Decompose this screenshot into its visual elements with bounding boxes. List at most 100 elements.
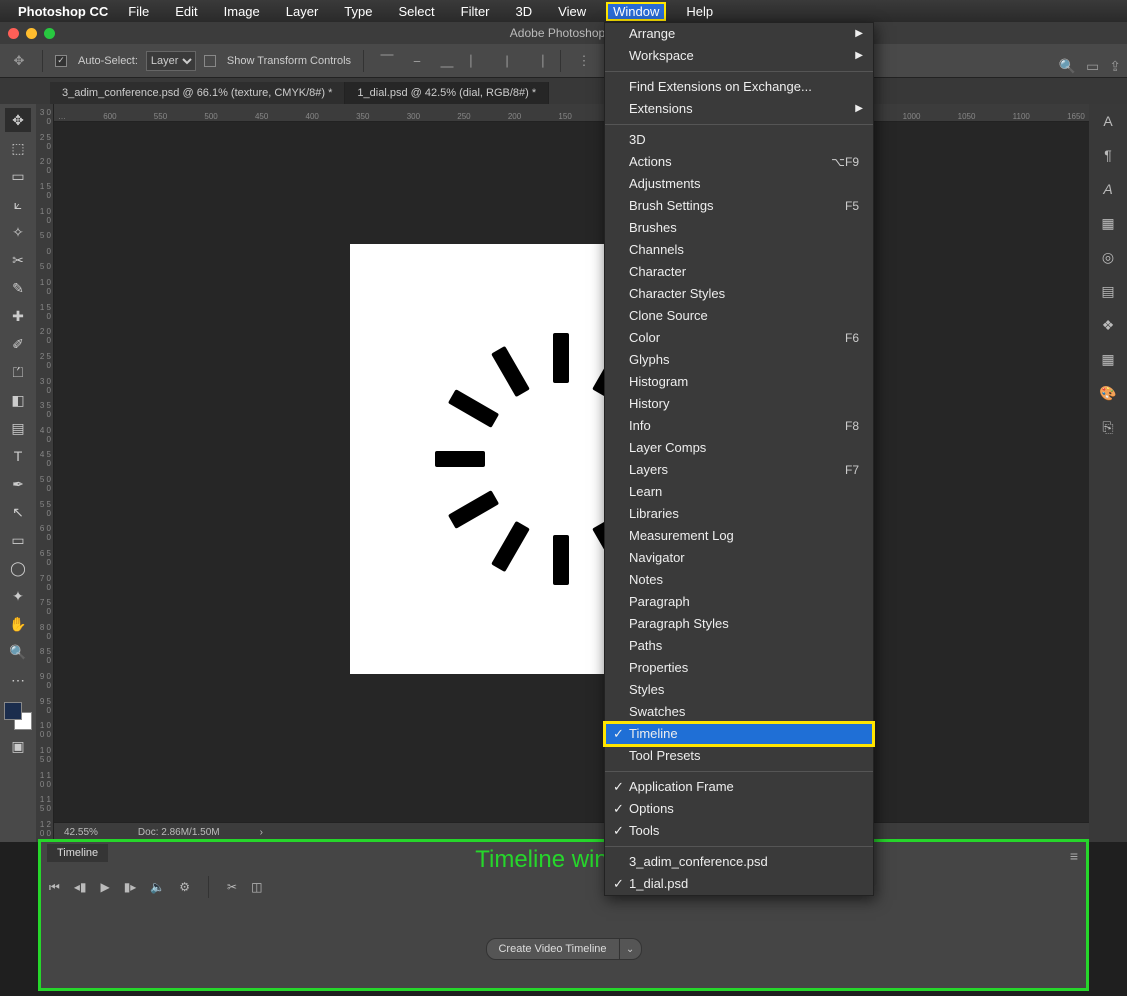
menu-item-learn[interactable]: Learn [605,481,873,503]
cc-panel-icon[interactable]: ◎ [1096,246,1120,268]
menu-item-swatches[interactable]: Swatches [605,701,873,723]
menu-view[interactable]: View [552,3,592,20]
pen-tool-icon[interactable]: ✒ [5,472,31,496]
move-tool-icon[interactable]: ✥ [8,50,30,72]
next-frame-icon[interactable]: ▮▸ [124,880,137,894]
doc-size[interactable]: Doc: 2.86M/1.50M [138,827,220,838]
heal-tool-icon[interactable]: ✚ [5,304,31,328]
stamp-tool-icon[interactable]: ⏍ [5,360,31,384]
traffic-minimize[interactable] [26,28,37,39]
transition-icon[interactable]: ◫ [251,880,262,894]
tab-doc-0[interactable]: 3_adim_conference.psd @ 66.1% (texture, … [50,82,345,104]
menu-item-color[interactable]: ColorF6 [605,327,873,349]
canvas-area[interactable] [54,122,1089,822]
audio-icon[interactable]: 🔈 [150,880,165,894]
timeline-tab[interactable]: Timeline [47,844,108,862]
autoselect-checkbox[interactable]: ✓ [55,55,67,67]
info-panel-icon[interactable]: ⎘ [1096,416,1120,438]
menu-item-tool-presets[interactable]: Tool Presets [605,745,873,767]
align-top-icon[interactable]: ⎺ [376,50,398,72]
menu-item-brush-settings[interactable]: Brush SettingsF5 [605,195,873,217]
channels-panel-icon[interactable]: ▦ [1096,348,1120,370]
traffic-zoom[interactable] [44,28,55,39]
menu-item-timeline[interactable]: Timeline✓ [605,723,873,745]
menu-item-info[interactable]: InfoF8 [605,415,873,437]
menu-item-workspace[interactable]: Workspace▶ [605,45,873,67]
menu-item-character-styles[interactable]: Character Styles [605,283,873,305]
menu-item-application-frame[interactable]: Application Frame✓ [605,776,873,798]
fg-swatch[interactable] [4,702,22,720]
artboard-tool-icon[interactable]: ⬚ [5,136,31,160]
menu-item-navigator[interactable]: Navigator [605,547,873,569]
gradient-tool-icon[interactable]: ▤ [5,416,31,440]
menu-item-extensions[interactable]: Extensions▶ [605,98,873,120]
zoom-level[interactable]: 42.55% [64,827,98,838]
custom-shape-icon[interactable]: ✦ [5,584,31,608]
menu-select[interactable]: Select [392,3,440,20]
menu-item-glyphs[interactable]: Glyphs [605,349,873,371]
hand-tool-icon[interactable]: ✋ [5,612,31,636]
crop-tool-icon[interactable]: ✂ [5,248,31,272]
menu-item-1-dial-psd[interactable]: 1_dial.psd✓ [605,873,873,895]
menu-layer[interactable]: Layer [280,3,325,20]
menu-item-adjustments[interactable]: Adjustments [605,173,873,195]
menu-item-3d[interactable]: 3D [605,129,873,151]
first-frame-icon[interactable]: ⏮ [49,880,60,895]
dots-icon[interactable]: ⋯ [5,668,31,692]
autoselect-dropdown[interactable]: Layer [146,51,196,71]
share-icon[interactable]: ⇪ [1109,58,1121,75]
menu-item-3-adim-conference-psd[interactable]: 3_adim_conference.psd [605,851,873,873]
libraries-panel-icon[interactable]: ▦ [1096,212,1120,234]
menu-edit[interactable]: Edit [169,3,203,20]
menu-item-libraries[interactable]: Libraries [605,503,873,525]
menu-item-histogram[interactable]: Histogram [605,371,873,393]
menu-image[interactable]: Image [218,3,266,20]
menu-item-actions[interactable]: Actions⌥F9 [605,151,873,173]
glyphs-panel-icon[interactable]: A [1096,178,1120,200]
quickmask-icon[interactable]: ▣ [5,734,31,758]
align-bottom-icon[interactable]: ⎽ [436,50,458,72]
menu-filter[interactable]: Filter [455,3,496,20]
create-timeline-dropdown-icon[interactable]: ⌄ [620,938,642,960]
menu-item-find-extensions-on-exchange-[interactable]: Find Extensions on Exchange... [605,76,873,98]
menu-type[interactable]: Type [338,3,378,20]
prev-frame-icon[interactable]: ◂▮ [74,880,87,894]
traffic-close[interactable] [8,28,19,39]
menu-window[interactable]: Window [606,2,666,21]
menu-3d[interactable]: 3D [510,3,539,20]
distribute-icon[interactable]: ⋮ [573,50,595,72]
transform-checkbox[interactable] [204,55,216,67]
menu-item-measurement-log[interactable]: Measurement Log [605,525,873,547]
split-icon[interactable]: ✂ [227,880,237,894]
menu-item-clone-source[interactable]: Clone Source [605,305,873,327]
settings-icon[interactable]: ⚙ [179,880,190,894]
play-icon[interactable]: ▶ [100,880,109,894]
brush-tool-icon[interactable]: ✐ [5,332,31,356]
eraser-tool-icon[interactable]: ◧ [5,388,31,412]
ellipse-tool-icon[interactable]: ◯ [5,556,31,580]
menu-item-tools[interactable]: Tools✓ [605,820,873,842]
type-tool-icon[interactable]: T [5,444,31,468]
menu-help[interactable]: Help [680,3,719,20]
tab-doc-1[interactable]: 1_dial.psd @ 42.5% (dial, RGB/8#) * [345,82,549,104]
align-right-icon[interactable]: ⎹ [526,50,548,72]
menu-item-styles[interactable]: Styles [605,679,873,701]
color-swatches[interactable] [4,702,32,730]
menu-item-channels[interactable]: Channels [605,239,873,261]
layers-panel-icon[interactable]: ❖ [1096,314,1120,336]
menu-item-layer-comps[interactable]: Layer Comps [605,437,873,459]
menu-file[interactable]: File [122,3,155,20]
marquee-tool-icon[interactable]: ▭ [5,164,31,188]
path-tool-icon[interactable]: ↖ [5,500,31,524]
menu-item-history[interactable]: History [605,393,873,415]
timeline-menu-icon[interactable]: ≡ [1070,848,1078,864]
wand-tool-icon[interactable]: ✧ [5,220,31,244]
character-panel-icon[interactable]: A [1096,110,1120,132]
menu-item-character[interactable]: Character [605,261,873,283]
move-tool-icon[interactable]: ✥ [5,108,31,132]
color-panel-icon[interactable]: 🎨 [1096,382,1120,404]
menu-item-properties[interactable]: Properties [605,657,873,679]
menu-item-paths[interactable]: Paths [605,635,873,657]
menu-item-layers[interactable]: LayersF7 [605,459,873,481]
app-name[interactable]: Photoshop CC [18,4,108,19]
